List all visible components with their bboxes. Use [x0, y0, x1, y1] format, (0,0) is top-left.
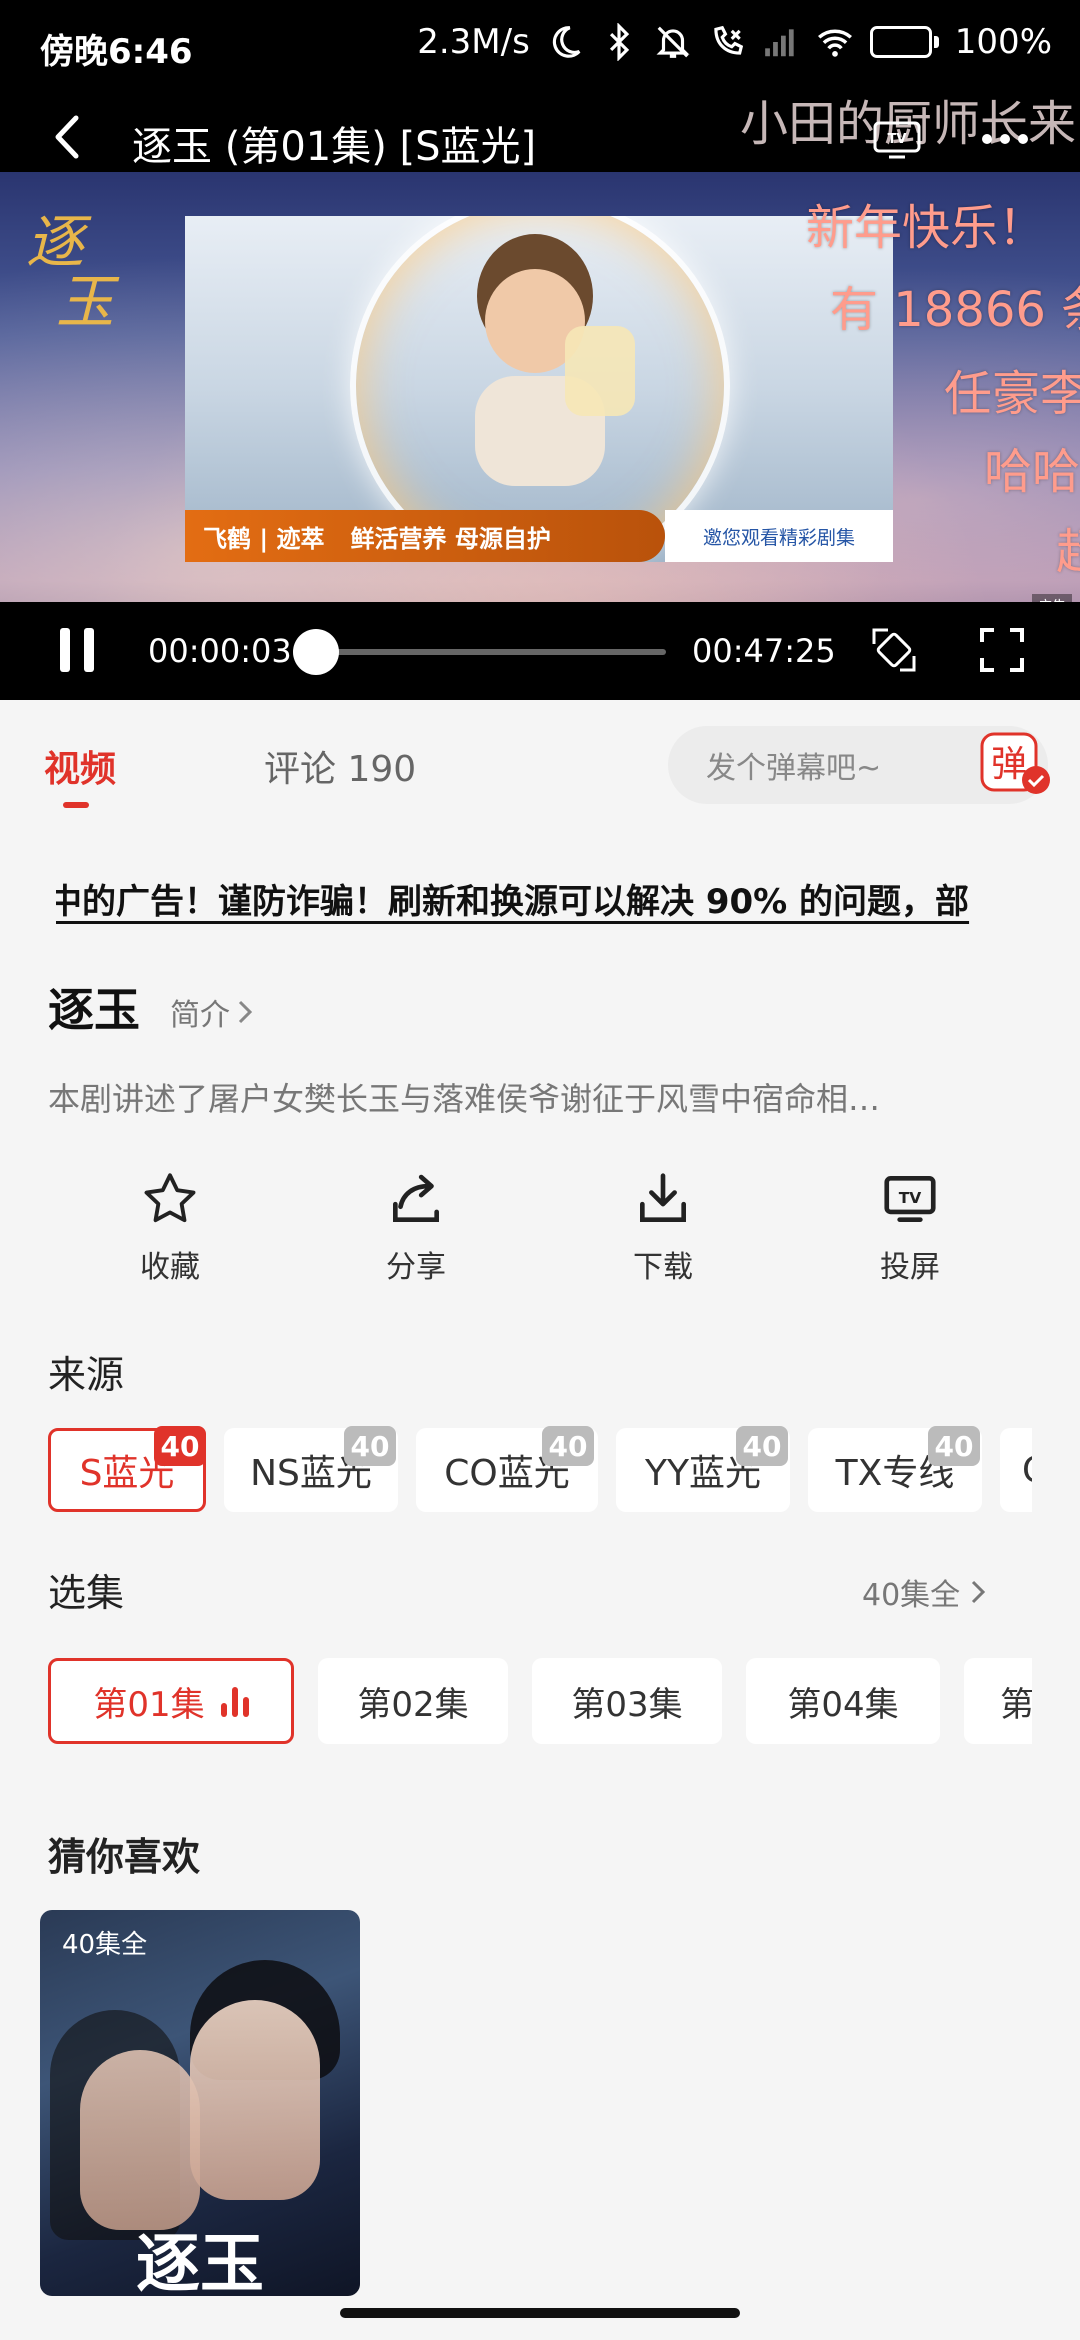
- fullscreen-icon[interactable]: [978, 626, 1026, 674]
- player-top-bar: 逐玉 (第01集) [S蓝光] TV: [0, 92, 1080, 182]
- source-list: S蓝光 40 NS蓝光 40 CO蓝光 40 YY蓝光 40 TX专线 40 C: [48, 1426, 1032, 1516]
- episode-count-badge: 40集全: [62, 1930, 148, 1960]
- synopsis[interactable]: 本剧讲述了屠户女樊长玉与落难侯爷谢征于风雪中宿命相…: [48, 1074, 1038, 1120]
- svg-text:玉: 玉: [56, 268, 120, 332]
- svg-text:逐玉: 逐玉: [136, 2227, 264, 2296]
- intro-label: 简介: [170, 998, 230, 1033]
- svg-text:TV: TV: [888, 132, 907, 147]
- ad-brand: 飞鹤 | 迹萃: [203, 524, 325, 553]
- seek-bar[interactable]: [293, 629, 666, 675]
- episodes-title: 选集: [48, 1571, 125, 1615]
- chevron-right-icon: [972, 1580, 986, 1604]
- moon-icon: [552, 26, 581, 58]
- bluetooth-icon: [609, 23, 629, 61]
- home-indicator[interactable]: [340, 2308, 740, 2318]
- tv-cast-icon: TV: [884, 1176, 936, 1222]
- source-count-badge: 40: [154, 1426, 206, 1466]
- action-bar: 收藏 分享 下载 TV 投屏: [0, 1168, 1080, 1288]
- sources-title: 来源: [48, 1353, 125, 1397]
- source-count-badge: 40: [736, 1426, 788, 1466]
- danmaku-text: 有 18866 条: [830, 282, 1080, 338]
- danmaku-toggle-icon[interactable]: 弹: [980, 730, 1054, 800]
- danmaku-text: 任豪李: [944, 366, 1080, 422]
- share-icon: [393, 1174, 439, 1222]
- favorite-button[interactable]: 收藏: [90, 1168, 250, 1286]
- episodes-total: 40集全: [862, 1578, 961, 1613]
- battery-icon: [869, 26, 939, 58]
- svg-text:逐: 逐: [26, 208, 92, 276]
- drama-logo-icon: 逐 玉: [26, 208, 120, 332]
- ad-slogan: 鲜活营养 母源自护: [350, 524, 551, 553]
- more-icon[interactable]: [980, 132, 1030, 146]
- status-bar: 傍晚6:46 2.3M/s 100%: [0, 0, 1080, 92]
- content-tabs: 视频 评论 190 发个弹幕吧~ 弹: [0, 700, 1080, 830]
- cast-button[interactable]: TV 投屏: [830, 1168, 990, 1286]
- mute-bell-icon: [656, 26, 690, 58]
- recommend-title: 猜你喜欢: [48, 1835, 201, 1879]
- episode-item[interactable]: 第01集: [48, 1658, 294, 1744]
- svg-text:弹: 弹: [991, 744, 1027, 785]
- notice-text: 中的广告！谨防诈骗！刷新和换源可以解决 90% 的问题，部: [56, 882, 970, 922]
- net-speed: 2.3M/s: [417, 22, 530, 62]
- battery-percent: 100%: [954, 22, 1052, 62]
- status-time: 傍晚6:46: [40, 32, 193, 72]
- source-item[interactable]: C: [1000, 1428, 1032, 1512]
- episodes-all-link[interactable]: 40集全: [862, 1570, 986, 1614]
- episode-item[interactable]: 第03集: [532, 1658, 722, 1744]
- signal-icon: [764, 29, 794, 57]
- player-controls: 00:00:03 00:47:25: [0, 602, 1080, 700]
- source-count-badge: 40: [928, 1426, 980, 1466]
- seek-handle[interactable]: [293, 629, 340, 675]
- rotate-screen-icon[interactable]: [868, 624, 920, 676]
- wifi-icon: [817, 29, 852, 57]
- share-button[interactable]: 分享: [336, 1168, 496, 1286]
- source-count-badge: 40: [344, 1426, 396, 1466]
- download-icon: [640, 1173, 686, 1222]
- drama-logo-icon: 逐玉: [136, 2227, 264, 2296]
- current-time: 00:00:03: [148, 632, 292, 670]
- total-time: 00:47:25: [692, 632, 836, 670]
- ad-image: [475, 234, 635, 486]
- tab-video[interactable]: 视频: [44, 740, 116, 792]
- danmaku-text: 新年快乐！: [806, 200, 1047, 256]
- episode-item[interactable]: 第: [964, 1658, 1032, 1744]
- pause-button[interactable]: [56, 628, 100, 672]
- chevron-right-icon: [238, 1000, 253, 1024]
- video-player[interactable]: 逐 玉 飞鹤 | 迹萃鲜活营养 母源自护 邀您观看精彩剧集 广告 小田的厨师长来…: [0, 92, 1080, 700]
- status-icons: 2.3M/s 100%: [417, 22, 1052, 62]
- notice-marquee: 中的广告！谨防诈骗！刷新和换源可以解决 90% 的问题，部: [56, 868, 1024, 924]
- download-button[interactable]: 下载: [583, 1168, 743, 1286]
- source-count-badge: 40: [542, 1426, 594, 1466]
- intro-link[interactable]: 简介: [170, 990, 254, 1034]
- playing-icon: [220, 1685, 249, 1717]
- svg-text:TV: TV: [899, 1189, 922, 1207]
- danmaku-text: 超: [1056, 512, 1080, 582]
- ad-link[interactable]: 邀您观看精彩剧集: [665, 510, 893, 562]
- star-icon: [144, 1173, 196, 1223]
- tab-active-indicator: [63, 802, 89, 808]
- episode-item[interactable]: 第02集: [318, 1658, 508, 1744]
- recommend-card[interactable]: 40集全 逐玉: [40, 1910, 360, 2296]
- episode-item[interactable]: 第04集: [746, 1658, 940, 1744]
- ad-banner[interactable]: 飞鹤 | 迹萃 鲜活营养 母源自护 邀您观看精彩剧集: [185, 216, 893, 562]
- tab-comments[interactable]: 评论 190: [264, 740, 416, 792]
- drama-title: 逐玉: [48, 983, 140, 1037]
- back-icon[interactable]: [48, 112, 88, 162]
- tv-cast-icon[interactable]: TV: [872, 120, 922, 160]
- danmaku-text: 哈哈: [984, 444, 1080, 500]
- video-title: 逐玉 (第01集) [S蓝光]: [132, 124, 537, 170]
- call-forward-icon: [714, 25, 743, 55]
- episode-list: 第01集 第02集 第03集 第04集 第: [48, 1658, 1032, 1748]
